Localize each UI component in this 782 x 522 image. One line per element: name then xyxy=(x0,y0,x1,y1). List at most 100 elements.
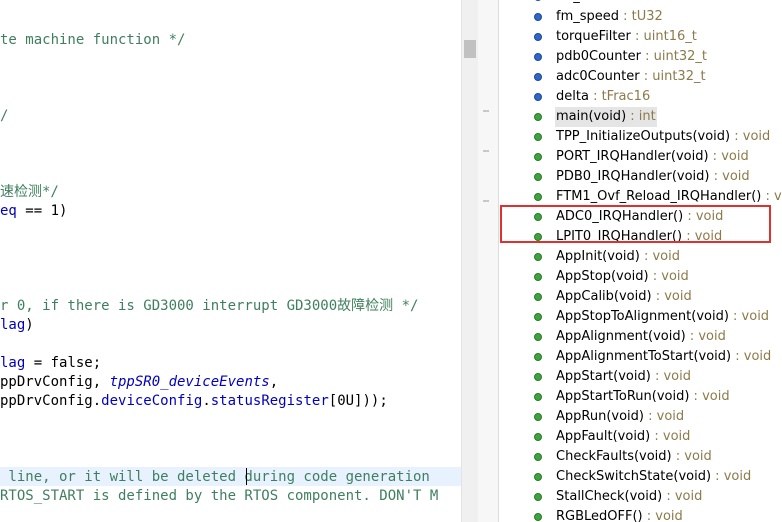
code-line: RTOS_START is defined by the RTOS compon… xyxy=(0,487,438,506)
symbol-name: main(void) xyxy=(556,109,627,124)
outline-item[interactable]: PDB0_IRQHandler(void) : void xyxy=(499,167,782,187)
code-line: te machine function */ xyxy=(0,31,185,50)
symbol-type: : void xyxy=(651,289,692,304)
function-icon xyxy=(534,273,542,281)
outline-item-label: AppRun(void) : void xyxy=(555,407,685,427)
outline-item-label: AppAlignmentToStart(void) : void xyxy=(555,347,772,367)
symbol-type: : void xyxy=(643,409,685,424)
function-icon xyxy=(534,253,542,261)
function-icon xyxy=(534,173,542,181)
symbol-type: : void xyxy=(685,329,726,344)
outline-item[interactable]: AppAlignmentToStart(void) : void xyxy=(499,347,782,367)
code-token: lag xyxy=(0,317,26,333)
outline-item[interactable]: AppInit(void) : void xyxy=(499,247,782,267)
symbol-name: adc0Counter xyxy=(556,69,640,84)
overview-ruler[interactable] xyxy=(478,0,498,522)
code-token: tppSR0_deviceEvents xyxy=(109,374,270,390)
field-icon xyxy=(534,33,542,41)
symbol-name: pdb0Counter xyxy=(556,49,641,64)
symbol-name: AppFault(void) xyxy=(556,429,651,444)
code-line: / xyxy=(0,107,8,126)
ruler-marker[interactable] xyxy=(483,150,489,152)
symbol-name: PORT_IRQHandler(void) xyxy=(556,149,709,164)
outline-item[interactable]: pdb0Counter : uint32_t xyxy=(499,47,782,67)
outline-item-label: FTM1_Ovf_Reload_IRQHandler() : void xyxy=(555,187,782,207)
symbol-name: AppStopToAlignment(void) xyxy=(556,309,729,324)
outline-item[interactable]: CheckFaults(void) : void xyxy=(499,447,782,467)
code-line: line, or it will be deleted during code … xyxy=(0,468,429,487)
outline-item-label: main(void) : int xyxy=(555,107,657,127)
outline-panel: fm_current : tU32fm_speed : tU32torqueFi… xyxy=(498,0,782,522)
code-token: [0U])); xyxy=(328,393,388,409)
function-icon xyxy=(534,313,542,321)
scrollbar-thumb[interactable] xyxy=(464,40,476,58)
outline-item-label: TPP_InitializeOutputs(void) : void xyxy=(555,127,771,147)
symbol-name: AppStartToRun(void) xyxy=(556,389,690,404)
symbol-type: : uint32_t xyxy=(639,69,706,84)
outline-item[interactable]: CheckSwitchState(void) : void xyxy=(499,467,782,487)
symbol-name: CheckFaults(void) xyxy=(556,449,672,464)
outline-item-label: delta : tFrac16 xyxy=(555,87,651,107)
code-editor[interactable]: te machine function */ / 速检测*/ eq == 1) r 0,… xyxy=(0,0,461,522)
code-token: . xyxy=(202,393,211,409)
outline-item[interactable]: AppFault(void) : void xyxy=(499,427,782,447)
outline-item[interactable]: main(void) : int xyxy=(499,107,782,127)
outline-item-label: pdb0Counter : uint32_t xyxy=(555,47,708,67)
code-token: lag xyxy=(0,355,26,371)
symbol-name: AppAlignmentToStart(void) xyxy=(556,349,732,364)
outline-item[interactable]: TPP_InitializeOutputs(void) : void xyxy=(499,127,782,147)
outline-item-label: StallCheck(void) : void xyxy=(555,487,703,507)
outline-item-label: fm_current : tU32 xyxy=(555,0,671,7)
function-icon xyxy=(534,433,542,441)
outline-item[interactable]: fm_current : tU32 xyxy=(499,0,782,7)
function-icon xyxy=(534,133,542,141)
outline-item[interactable]: torqueFilter : uint16_t xyxy=(499,27,782,47)
symbol-type: : uint32_t xyxy=(640,49,707,64)
code-line: eq == 1) xyxy=(0,202,67,221)
outline-item-label: AppStop(void) : void xyxy=(555,267,690,287)
outline-item-label: AppStart(void) : void xyxy=(555,367,692,387)
editor-vertical-scrollbar[interactable] xyxy=(461,0,478,522)
symbol-type: : int xyxy=(626,109,656,124)
code-token: 速检测*/ xyxy=(0,184,59,200)
outline-item[interactable]: fm_speed : tU32 xyxy=(499,7,782,27)
symbol-type: : void xyxy=(711,469,752,484)
outline-item-label: AppStopToAlignment(void) : void xyxy=(555,307,770,327)
outline-item-label: PDB0_IRQHandler(void) : void xyxy=(555,167,751,187)
code-token: statusRegister xyxy=(210,393,329,409)
outline-item[interactable]: AppCalib(void) : void xyxy=(499,287,782,307)
ruler-marker[interactable] xyxy=(483,110,489,112)
symbol-name: AppStop(void) xyxy=(556,269,649,284)
symbol-type: : void xyxy=(642,509,683,522)
code-token: = false; xyxy=(25,355,102,371)
outline-item[interactable]: delta : tFrac16 xyxy=(499,87,782,107)
code-line: r 0, if there is GD3000 interrupt GD3000… xyxy=(0,297,418,316)
outline-item[interactable]: AppRun(void) : void xyxy=(499,407,782,427)
symbol-name: TPP_InitializeOutputs(void) xyxy=(556,129,731,144)
symbol-name: CheckSwitchState(void) xyxy=(556,469,712,484)
outline-item[interactable]: AppStopToAlignment(void) : void xyxy=(499,307,782,327)
outline-item[interactable]: AppAlignment(void) : void xyxy=(499,327,782,347)
code-line: ppDrvConfig.deviceConfig.statusRegister[… xyxy=(0,392,388,411)
outline-item[interactable]: PORT_IRQHandler(void) : void xyxy=(499,147,782,167)
code-token: / xyxy=(0,108,9,124)
highlight-annotation-box xyxy=(500,205,771,243)
field-icon xyxy=(534,0,542,1)
symbol-type: : void xyxy=(765,189,782,204)
outline-item[interactable]: AppStartToRun(void) : void xyxy=(499,387,782,407)
function-icon xyxy=(534,493,542,501)
outline-item[interactable]: RGBLedOFF() : void xyxy=(499,507,782,522)
outline-item[interactable]: StallCheck(void) : void xyxy=(499,487,782,507)
outline-item[interactable]: AppStart(void) : void xyxy=(499,367,782,387)
outline-item-label: torqueFilter : uint16_t xyxy=(555,27,698,47)
symbol-name: RGBLedOFF() xyxy=(556,509,643,522)
outline-item[interactable]: adc0Counter : uint32_t xyxy=(499,67,782,87)
text-cursor xyxy=(246,468,247,485)
outline-item-label: AppCalib(void) : void xyxy=(555,287,693,307)
outline-item-label: PORT_IRQHandler(void) : void xyxy=(555,147,750,167)
outline-item[interactable]: FTM1_Ovf_Reload_IRQHandler() : void xyxy=(499,187,782,207)
outline-item[interactable]: AppStop(void) : void xyxy=(499,267,782,287)
function-icon xyxy=(534,473,542,481)
code-token: ) xyxy=(25,317,34,333)
ruler-marker[interactable] xyxy=(483,200,489,202)
